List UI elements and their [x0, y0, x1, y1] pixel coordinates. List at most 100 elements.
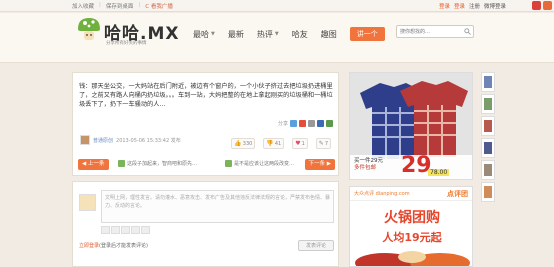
- nav-item-pics[interactable]: 趣图: [321, 29, 337, 40]
- login-link[interactable]: 登录: [439, 2, 450, 10]
- nav-item-hot-comments[interactable]: 热评 ▼: [257, 29, 279, 40]
- search-input[interactable]: [397, 26, 463, 37]
- thumbnail[interactable]: [481, 160, 495, 180]
- nav-item-latest[interactable]: 最新: [228, 29, 244, 40]
- nav-label: 最哈: [193, 29, 209, 39]
- author-name[interactable]: 普通原创: [93, 137, 113, 144]
- thumbs-up-icon: 👍: [234, 140, 242, 147]
- site-tagline: 分享所有好笑的事情: [106, 41, 147, 46]
- shirt-thumb-icon: [484, 186, 492, 198]
- shirt-thumb-icon: [484, 164, 492, 176]
- hotpot-ad[interactable]: 大众点评 dianping.com 点评团 火锅团购 人均19元起: [349, 186, 473, 267]
- search-box: [396, 25, 474, 38]
- copy-icon[interactable]: [308, 120, 315, 127]
- favorite-button[interactable]: ♥ 1: [292, 138, 308, 149]
- submit-comment-button[interactable]: 发表评论: [297, 240, 334, 251]
- next-button[interactable]: 下一条 ▶: [304, 159, 335, 170]
- favorite-count: 1: [301, 140, 305, 147]
- emoji-icon[interactable]: [101, 226, 110, 234]
- avatar[interactable]: [80, 135, 90, 145]
- qq-share-icon[interactable]: [290, 120, 297, 127]
- top-links: 加入收藏 | 保存到桌面 | C 看我广播: [72, 2, 173, 10]
- post-author: 普通原创 2013-05-06 15:33:42 发布: [80, 135, 181, 145]
- separator: |: [138, 2, 141, 8]
- separator: |: [99, 2, 101, 8]
- avatar: [79, 194, 96, 211]
- prev-title: 这段子加起来，智商吧和原先…: [127, 161, 198, 167]
- prev-preview[interactable]: 这段子加起来，智商吧和原先…: [118, 160, 197, 167]
- upvote-count: 330: [242, 140, 253, 147]
- thumbnail-icon: [118, 160, 125, 167]
- upvote-button[interactable]: 👍 330: [231, 138, 256, 149]
- login-link-2[interactable]: 登录: [454, 2, 465, 10]
- search-icon[interactable]: [464, 28, 471, 35]
- next-label: 下一条: [308, 161, 326, 167]
- nav-label: 趣图: [320, 29, 337, 39]
- broadcast-link[interactable]: C 看我广播: [145, 2, 173, 10]
- thumbnail[interactable]: [481, 72, 495, 92]
- emoji-icon[interactable]: [141, 226, 150, 234]
- shirt-thumb-icon: [484, 142, 492, 154]
- thumbs-down-icon: 👎: [266, 140, 274, 147]
- thumbnail-icon: [225, 160, 232, 167]
- post-content: 钱：那天坐公交，一大妈站在后门附近，被边有个窗户的，一个小伙子挤过去把垃圾扔进桶…: [79, 83, 333, 108]
- shirt-thumb-icon: [484, 76, 492, 88]
- downvote-count: 41: [274, 140, 282, 147]
- weibo-login-link[interactable]: 微博登录: [484, 2, 506, 10]
- comment-panel: 文明上网，理性发言。请勿灌水、恶意攻击、发布广告及其他违反法律法规的言论，严禁发…: [72, 181, 339, 267]
- thumbnail[interactable]: [481, 94, 495, 114]
- shirt-ad-total: 78.00: [428, 169, 450, 176]
- thumbnail[interactable]: [481, 116, 495, 136]
- hotpot-price: 人均19元起: [382, 231, 442, 244]
- post-time: 2013-05-06 15:33:42 发布: [116, 137, 181, 144]
- share-tools: 分享: [278, 120, 333, 127]
- register-link[interactable]: 注册: [469, 2, 480, 10]
- emoji-icon[interactable]: [131, 226, 140, 234]
- shirt-ad[interactable]: 买一件29元 多件包邮 29 78.00: [349, 72, 473, 180]
- next-preview[interactable]: 是不是应该让这两段改变…: [225, 160, 294, 167]
- nav-item-friends[interactable]: 哈友: [292, 29, 308, 40]
- nav-item-hottest[interactable]: 最哈 ▼: [193, 29, 215, 40]
- shirt-ad-line2: 多件包邮: [354, 165, 377, 171]
- user-links: 登录 登录 注册 微博登录: [439, 2, 506, 10]
- group-buy-tag: 点评团: [447, 190, 468, 198]
- comment-textarea[interactable]: 文明上网，理性发言。请勿灌水、恶意攻击、发布广告及其他违反法律法规的言论，严禁发…: [101, 190, 334, 223]
- nav-label: 最新: [227, 29, 244, 39]
- post-joke-button[interactable]: 讲一个: [349, 27, 385, 41]
- thumbnail[interactable]: [481, 182, 495, 202]
- heart-icon: ♥: [295, 140, 301, 147]
- hotpot-food-image: [355, 251, 470, 266]
- post-pager: ◀ 上一条 这段子加起来，智商吧和原先… 是不是应该让这两段改变… 下一条 ▶: [78, 159, 335, 172]
- thumbnail[interactable]: [481, 138, 495, 158]
- bookmark-link[interactable]: 加入收藏: [72, 2, 94, 10]
- weibo-share-icon[interactable]: [299, 120, 306, 127]
- site-header: 哈哈.MX 分享所有好笑的事情 最哈 ▼ 最新 热评 ▼ 哈友 趣图 讲一个: [0, 13, 554, 63]
- hotpot-title: 火锅团购: [384, 210, 440, 226]
- main-nav: 最哈 ▼ 最新 热评 ▼ 哈友 趣图 讲一个: [193, 27, 385, 41]
- share-label: 分享: [277, 121, 288, 127]
- prev-label: 上一条: [87, 161, 105, 167]
- login-now-link[interactable]: 立即登录: [79, 242, 99, 249]
- prev-button[interactable]: ◀ 上一条: [78, 159, 109, 170]
- douban-share-icon[interactable]: [326, 120, 333, 127]
- dianping-logo: 大众点评 dianping.com: [354, 191, 410, 197]
- save-desktop-link[interactable]: 保存到桌面: [106, 2, 134, 10]
- post-card: 钱：那天坐公交，一大妈站在后门附近，被边有个窗户的，一个小伙子挤过去把垃圾扔进桶…: [72, 72, 339, 176]
- social-icons: [532, 1, 552, 10]
- comment-button[interactable]: ✎ 7: [315, 138, 331, 149]
- comment-icon: ✎: [318, 140, 324, 147]
- tencent-icon[interactable]: [543, 1, 552, 10]
- comment-footer: 立即登录 (登录后才能发表评论) 发表评论: [79, 240, 334, 251]
- post-actions: 👍 330 👎 41 ♥ 1 ✎ 7: [231, 138, 331, 149]
- shirt-thumb-icon: [484, 120, 492, 132]
- shirt-ad-line1: 买一件29元: [354, 158, 383, 164]
- downvote-button[interactable]: 👎 41: [263, 138, 285, 149]
- mushroom-logo-icon[interactable]: [76, 16, 102, 42]
- top-bar: 加入收藏 | 保存到桌面 | C 看我广播 登录 登录 注册 微博登录: [0, 0, 554, 12]
- nav-label: 哈友: [291, 29, 308, 39]
- emoji-icon[interactable]: [111, 226, 120, 234]
- weibo-icon[interactable]: [532, 1, 541, 10]
- emoji-icon[interactable]: [121, 226, 130, 234]
- comment-count: 7: [324, 140, 328, 147]
- renren-share-icon[interactable]: [317, 120, 324, 127]
